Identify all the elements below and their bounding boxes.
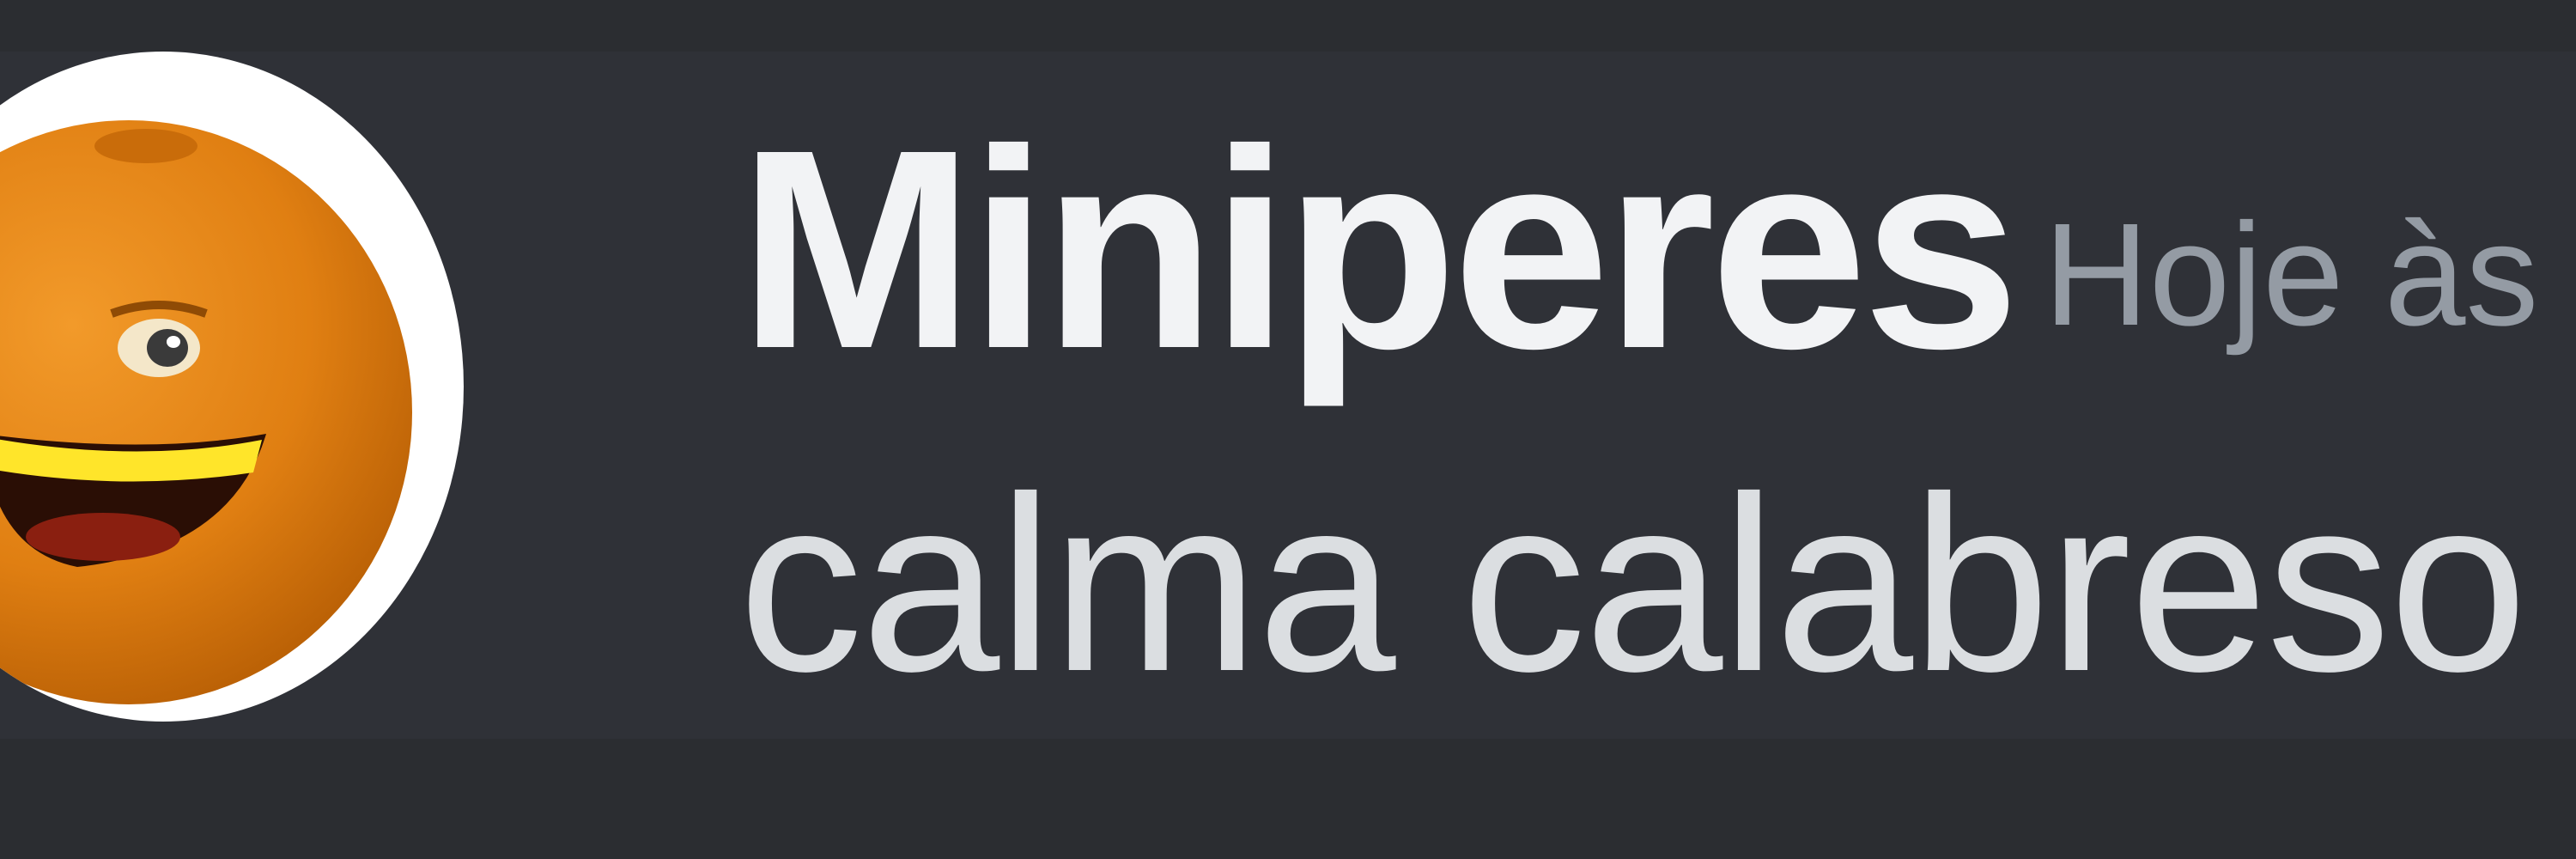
avatar[interactable] [0, 52, 464, 722]
chat-background-top [0, 0, 2576, 52]
message-timestamp: Hoje às [2044, 193, 2539, 356]
message-author[interactable]: Miniperes [738, 86, 2020, 412]
chat-message[interactable]: Miniperes Hoje às calma calabreso [0, 52, 2576, 739]
orange-face-avatar-icon [0, 120, 412, 704]
chat-screen: Miniperes Hoje às calma calabreso [0, 0, 2576, 859]
chat-background-bottom [0, 739, 2576, 859]
message-content: calma calabreso [738, 445, 2528, 723]
